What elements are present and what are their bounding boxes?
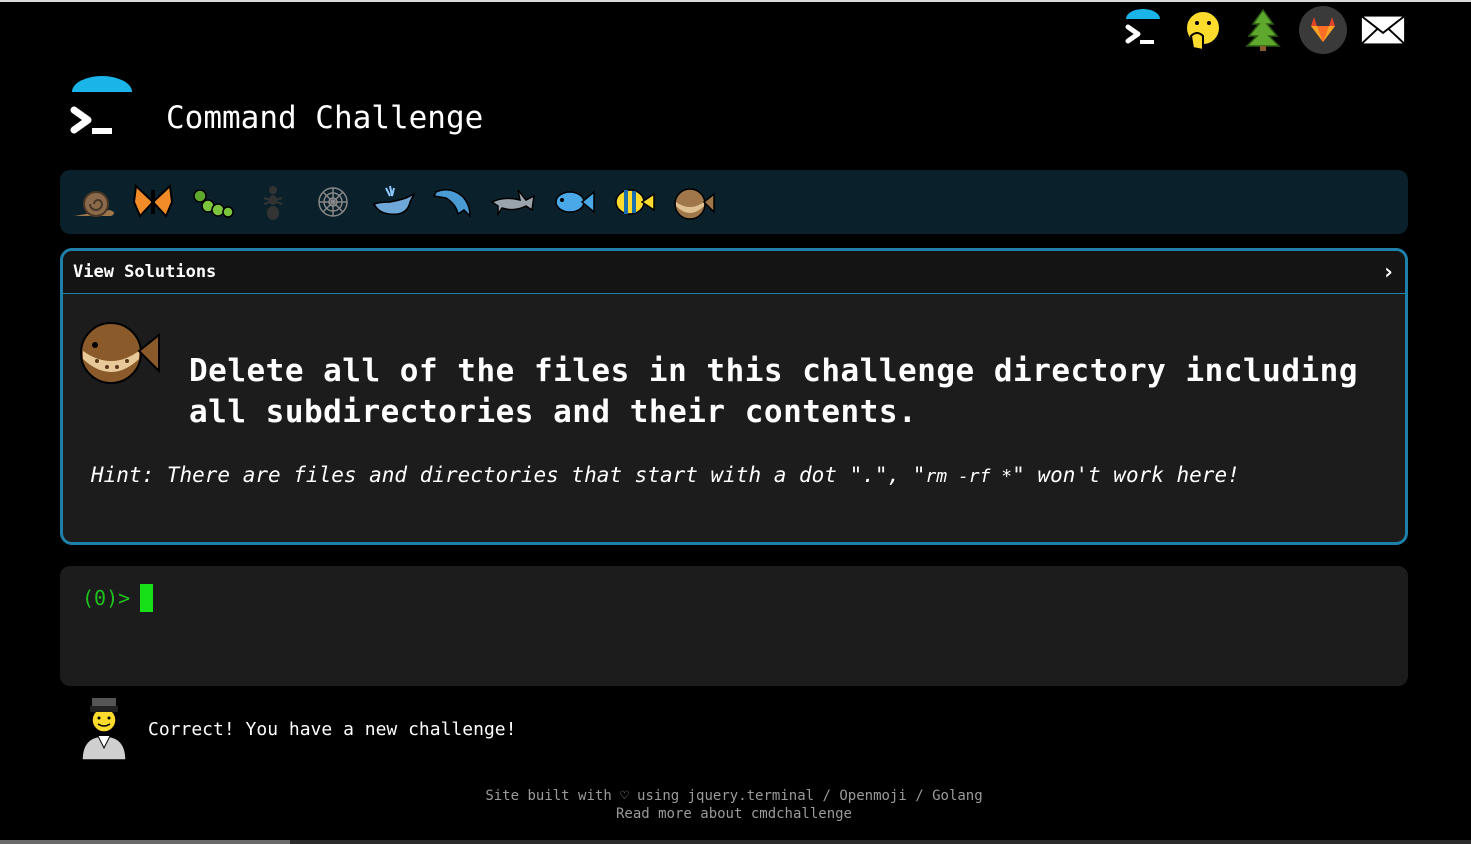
horizontal-scrollbar[interactable] <box>0 840 1471 844</box>
gitlab-icon[interactable] <box>1299 6 1347 54</box>
footer-separator: / <box>814 788 840 804</box>
tropical-fish-icon[interactable] <box>608 177 658 227</box>
status-message: Correct! You have a new challenge! <box>76 696 516 762</box>
scrollbar-thumb[interactable] <box>0 840 290 844</box>
fish-icon[interactable] <box>548 177 598 227</box>
butterfly-icon[interactable] <box>128 177 178 227</box>
snail-icon[interactable] <box>68 177 118 227</box>
level-selector <box>60 170 1408 234</box>
jquery-terminal-link[interactable]: jquery.terminal <box>688 788 814 804</box>
spider-web-icon[interactable] <box>308 177 358 227</box>
challenge-line-1: Delete all of the files in this challeng… <box>189 353 1358 389</box>
whale-icon[interactable] <box>368 177 418 227</box>
footer-separator: / <box>906 788 933 804</box>
hint-prefix: Hint: There are files and directories th… <box>91 463 926 487</box>
view-solutions-label: View Solutions <box>73 262 217 282</box>
person-in-graduation-cap-icon <box>76 696 132 762</box>
terminal[interactable]: (0)> <box>60 566 1408 686</box>
challenge-panel: View Solutions › Delete all of the files… <box>60 248 1408 545</box>
dolphin-icon[interactable] <box>428 177 478 227</box>
golang-link[interactable]: Golang <box>932 788 983 804</box>
challenge-hint: Hint: There are files and directories th… <box>91 463 1240 487</box>
blowfish-icon[interactable] <box>668 177 718 227</box>
page-title: Command Challenge <box>166 100 484 136</box>
caterpillar-icon[interactable] <box>188 177 238 227</box>
hint-code: rm -rf * <box>925 466 1013 487</box>
footer-line-2: Read more about cmdchallenge <box>0 805 1468 823</box>
ant-icon[interactable] <box>248 177 298 227</box>
footer-prefix: Site built with ♡ using <box>485 788 688 804</box>
page-header: Command Challenge <box>66 76 483 144</box>
cmdchallenge-logo-icon[interactable] <box>1119 6 1167 54</box>
terminal-prompt: (0)> <box>82 586 131 610</box>
status-text: Correct! You have a new challenge! <box>148 718 517 740</box>
shark-icon[interactable] <box>488 177 538 227</box>
challenge-line-2: all subdirectories and their contents. <box>189 394 918 430</box>
face-with-hand-over-mouth-icon[interactable] <box>1179 6 1227 54</box>
blowfish-icon <box>73 315 163 387</box>
read-more-link[interactable]: Read more about cmdchallenge <box>616 806 852 822</box>
top-icon-bar <box>1119 6 1407 54</box>
hint-suffix: " won't work here! <box>1012 463 1240 487</box>
openmoji-link[interactable]: Openmoji <box>839 788 906 804</box>
envelope-icon[interactable] <box>1359 6 1407 54</box>
footer: Site built with ♡ using jquery.terminal … <box>0 787 1468 823</box>
terminal-cursor <box>140 584 154 612</box>
tree-icon[interactable] <box>1239 6 1287 54</box>
cmdchallenge-logo[interactable] <box>66 76 138 144</box>
footer-line-1: Site built with ♡ using jquery.terminal … <box>0 787 1468 805</box>
challenge-description: Delete all of the files in this challeng… <box>189 351 1389 433</box>
view-solutions-toggle[interactable]: View Solutions › <box>63 251 1405 294</box>
chevron-right-icon: › <box>1381 259 1395 285</box>
